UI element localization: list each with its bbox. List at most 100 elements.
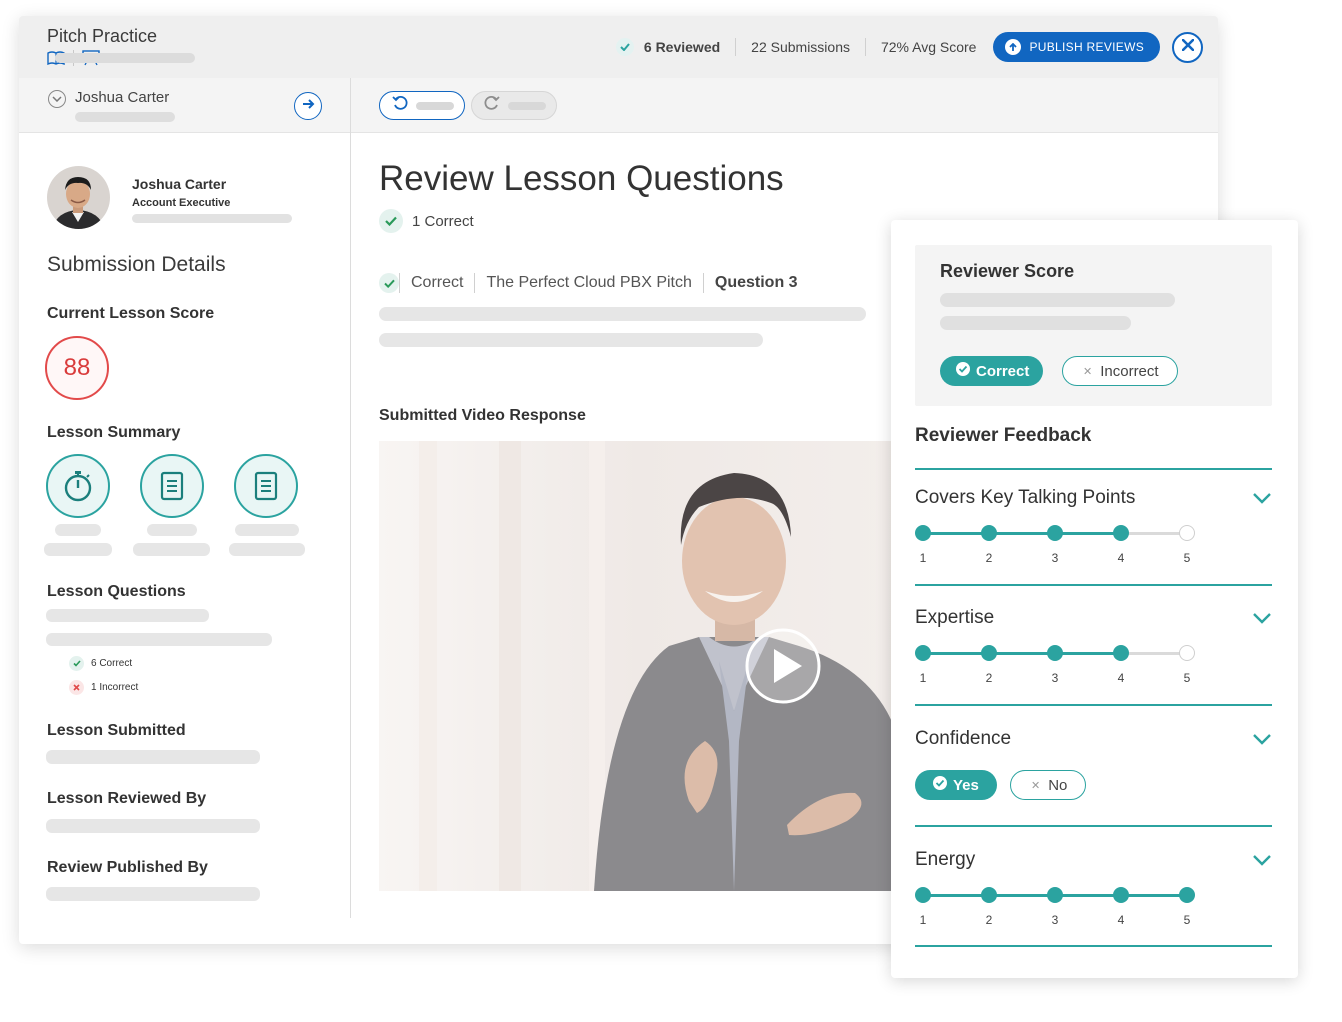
learner-role: Account Executive [132,197,231,209]
avatar [47,166,110,229]
video-label: Submitted Video Response [379,407,586,424]
rating-label: 1 [919,551,927,565]
reviewed-by-placeholder [46,819,260,833]
profile-placeholder [132,214,292,223]
undo-button[interactable] [379,91,465,120]
rating-label: 4 [1117,551,1125,565]
rating-point-2[interactable] [981,525,997,541]
undo-icon [392,95,408,116]
breadcrumb-placeholder [61,53,195,63]
incorrect-toggle[interactable]: ✕ Incorrect [1062,356,1178,386]
divider [915,468,1272,470]
rating-scale[interactable]: 1 2 3 4 5 [915,645,1195,685]
yes-label: Yes [953,776,979,794]
correct-label: Correct [976,362,1030,380]
reviewed-stat: 6 Reviewed [601,38,735,56]
top-bar: Pitch Practice 6 Reviewed 22 Submissions… [19,16,1218,78]
publish-reviews-label: PUBLISH REVIEWS [1029,40,1144,54]
rating-point-4[interactable] [1113,887,1129,903]
rating-label: 5 [1183,913,1191,927]
rating-point-3[interactable] [1047,887,1063,903]
yes-toggle[interactable]: Yes [915,770,997,800]
divider [915,704,1272,706]
document-icon [140,454,204,518]
check-icon [379,209,403,233]
learner-name: Joshua Carter [132,176,227,192]
avg-score-stat: 72% Avg Score [864,38,991,56]
close-button[interactable] [1172,31,1203,63]
rating-point-4[interactable] [1113,645,1129,661]
lesson-submitted-label: Lesson Submitted [47,722,186,739]
chevron-down-icon[interactable] [1252,732,1272,750]
rating-point-5[interactable] [1179,525,1195,541]
chevron-down-icon[interactable] [48,90,66,108]
incorrect-label: Incorrect [1100,362,1159,380]
criterion-name: Confidence [915,728,1012,749]
rating-label: 4 [1117,671,1125,685]
breadcrumb [47,50,195,66]
page-title: Review Lesson Questions [379,159,784,198]
rating-point-2[interactable] [981,645,997,661]
rating-label: 2 [985,551,993,565]
x-icon: ✕ [1031,779,1041,792]
check-icon [69,656,84,671]
question-status: Correct [399,273,474,293]
reviewer-panel: Reviewer Score Correct ✕ Incorrect Revie… [891,220,1298,978]
main-toolbar [351,78,1218,133]
chevron-down-icon[interactable] [1252,853,1272,871]
check-icon [615,38,634,56]
rating-point-3[interactable] [1047,525,1063,541]
rating-label: 3 [1051,671,1059,685]
rating-point-5[interactable] [1179,887,1195,903]
question-lesson: The Perfect Cloud PBX Pitch [474,273,702,293]
video-player[interactable] [379,441,899,891]
questions-placeholder [46,609,209,622]
chevron-down-icon[interactable] [1252,491,1272,509]
rating-label: 1 [919,913,927,927]
rating-label: 1 [919,671,927,685]
divider [915,584,1272,586]
review-stats: 6 Reviewed 22 Submissions 72% Avg Score … [601,31,1218,63]
x-icon [69,680,84,695]
rating-point-5[interactable] [1179,645,1195,661]
submissions-stat: 22 Submissions [735,38,865,56]
selector-placeholder [75,112,175,122]
divider [915,945,1272,947]
rating-scale[interactable]: 1 2 3 4 5 [915,887,1195,927]
arrow-right-icon [302,97,315,115]
rating-label: 5 [1183,551,1191,565]
published-by-placeholder [46,887,260,901]
incorrect-summary: 1 Incorrect [69,680,138,695]
no-toggle[interactable]: ✕ No [1010,770,1087,800]
check-icon [379,273,399,293]
reviewer-score-title: Reviewer Score [940,261,1075,281]
submission-details-title: Submission Details [47,253,226,276]
rating-label: 4 [1117,913,1125,927]
selector-learner-name: Joshua Carter [75,89,170,106]
rating-point-1[interactable] [915,645,931,661]
correct-toggle[interactable]: Correct [940,356,1044,386]
submitted-placeholder [46,750,260,764]
check-circle-icon [956,362,970,380]
check-circle-icon [933,776,947,794]
correct-summary: 6 Correct [69,656,132,671]
reviewed-count: 6 Reviewed [643,39,721,55]
next-learner-button[interactable] [294,92,322,120]
rating-point-1[interactable] [915,887,931,903]
learner-selector[interactable]: Joshua Carter [19,78,351,133]
chevron-down-icon[interactable] [1252,611,1272,629]
upload-icon [1005,39,1022,55]
correct-count-text: 1 Correct [412,212,474,230]
rating-point-1[interactable] [915,525,931,541]
summary-placeholder [235,524,299,536]
current-score-badge: 88 [45,336,109,400]
rating-point-3[interactable] [1047,645,1063,661]
rating-point-4[interactable] [1113,525,1129,541]
rating-point-2[interactable] [981,887,997,903]
question-placeholder [379,307,866,321]
rating-scale[interactable]: 1 2 3 4 5 [915,525,1195,565]
publish-reviews-button[interactable]: PUBLISH REVIEWS [993,32,1160,62]
score-placeholder [940,293,1175,307]
redo-button[interactable] [471,91,557,120]
rating-label: 3 [1051,551,1059,565]
